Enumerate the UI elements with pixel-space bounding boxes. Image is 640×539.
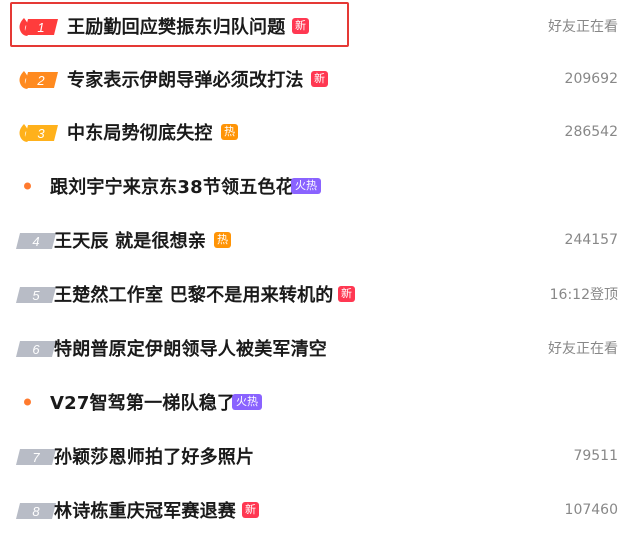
rank-badge-icon: 3 [16,121,60,143]
svg-text:3: 3 [37,126,45,141]
list-item[interactable]: 8 林诗栋重庆冠军赛退赛 新 107460 [0,484,640,536]
item-meta: 107460 [564,502,618,518]
rank-badge-icon: 2 [16,68,60,90]
item-title[interactable]: 王天辰 就是很想亲 [54,227,206,253]
new-badge: 新 [311,71,328,87]
list-item-promoted[interactable]: 跟刘宇宁来京东38节领五色花 火热 [0,160,640,212]
svg-text:6: 6 [32,342,40,357]
item-meta: 好友正在看 [548,341,618,357]
svg-text:2: 2 [36,73,45,88]
item-meta: 244157 [564,232,618,248]
list-item[interactable]: 3 中东局势彻底失控 热 286542 [0,106,640,158]
item-title[interactable]: 王楚然工作室 巴黎不是用来转机的 [54,281,333,307]
list-item[interactable]: 2 专家表示伊朗导弹必须改打法 新 209692 [0,53,640,105]
item-title[interactable]: 跟刘宇宁来京东38节领五色花 [50,173,294,199]
list-item[interactable]: 7 孙颖莎恩师拍了好多照片 79511 [0,430,640,482]
fire-badge: 火热 [232,394,262,410]
item-title[interactable]: 特朗普原定伊朗领导人被美军清空 [54,335,327,361]
list-item[interactable]: 1 王励勤回应樊振东归队问题 新 好友正在看 [0,0,640,52]
list-item[interactable]: 6 特朗普原定伊朗领导人被美军清空 好友正在看 [0,322,640,374]
svg-text:1: 1 [37,20,44,35]
svg-text:8: 8 [32,504,40,519]
new-badge: 新 [242,502,259,518]
svg-text:5: 5 [32,288,40,303]
fire-badge: 火热 [291,178,321,194]
hot-badge: 热 [214,232,231,248]
item-meta: 79511 [573,448,618,464]
list-item-promoted[interactable]: V27智驾第一梯队稳了 火热 [0,376,640,428]
item-title[interactable]: V27智驾第一梯队稳了 [50,389,235,415]
item-title[interactable]: 王励勤回应樊振东归队问题 [67,13,285,39]
svg-text:4: 4 [32,234,39,249]
item-title[interactable]: 林诗栋重庆冠军赛退赛 [54,497,236,523]
item-meta: 好友正在看 [548,19,618,35]
item-meta: 209692 [564,71,618,87]
new-badge: 新 [292,18,309,34]
svg-text:7: 7 [32,450,40,465]
list-item[interactable]: 5 王楚然工作室 巴黎不是用来转机的 新 16:12登顶 [0,268,640,320]
list-item[interactable]: 4 王天辰 就是很想亲 热 244157 [0,214,640,266]
new-badge: 新 [338,286,355,302]
rank-badge-icon: 1 [16,15,60,37]
hot-badge: 热 [221,124,238,140]
item-meta: 286542 [564,124,618,140]
promo-dot-icon [24,182,31,190]
item-title[interactable]: 专家表示伊朗导弹必须改打法 [67,66,304,92]
item-title[interactable]: 中东局势彻底失控 [67,119,213,145]
item-title[interactable]: 孙颖莎恩师拍了好多照片 [54,443,254,469]
item-meta: 16:12登顶 [549,287,618,303]
promo-dot-icon [24,398,31,406]
